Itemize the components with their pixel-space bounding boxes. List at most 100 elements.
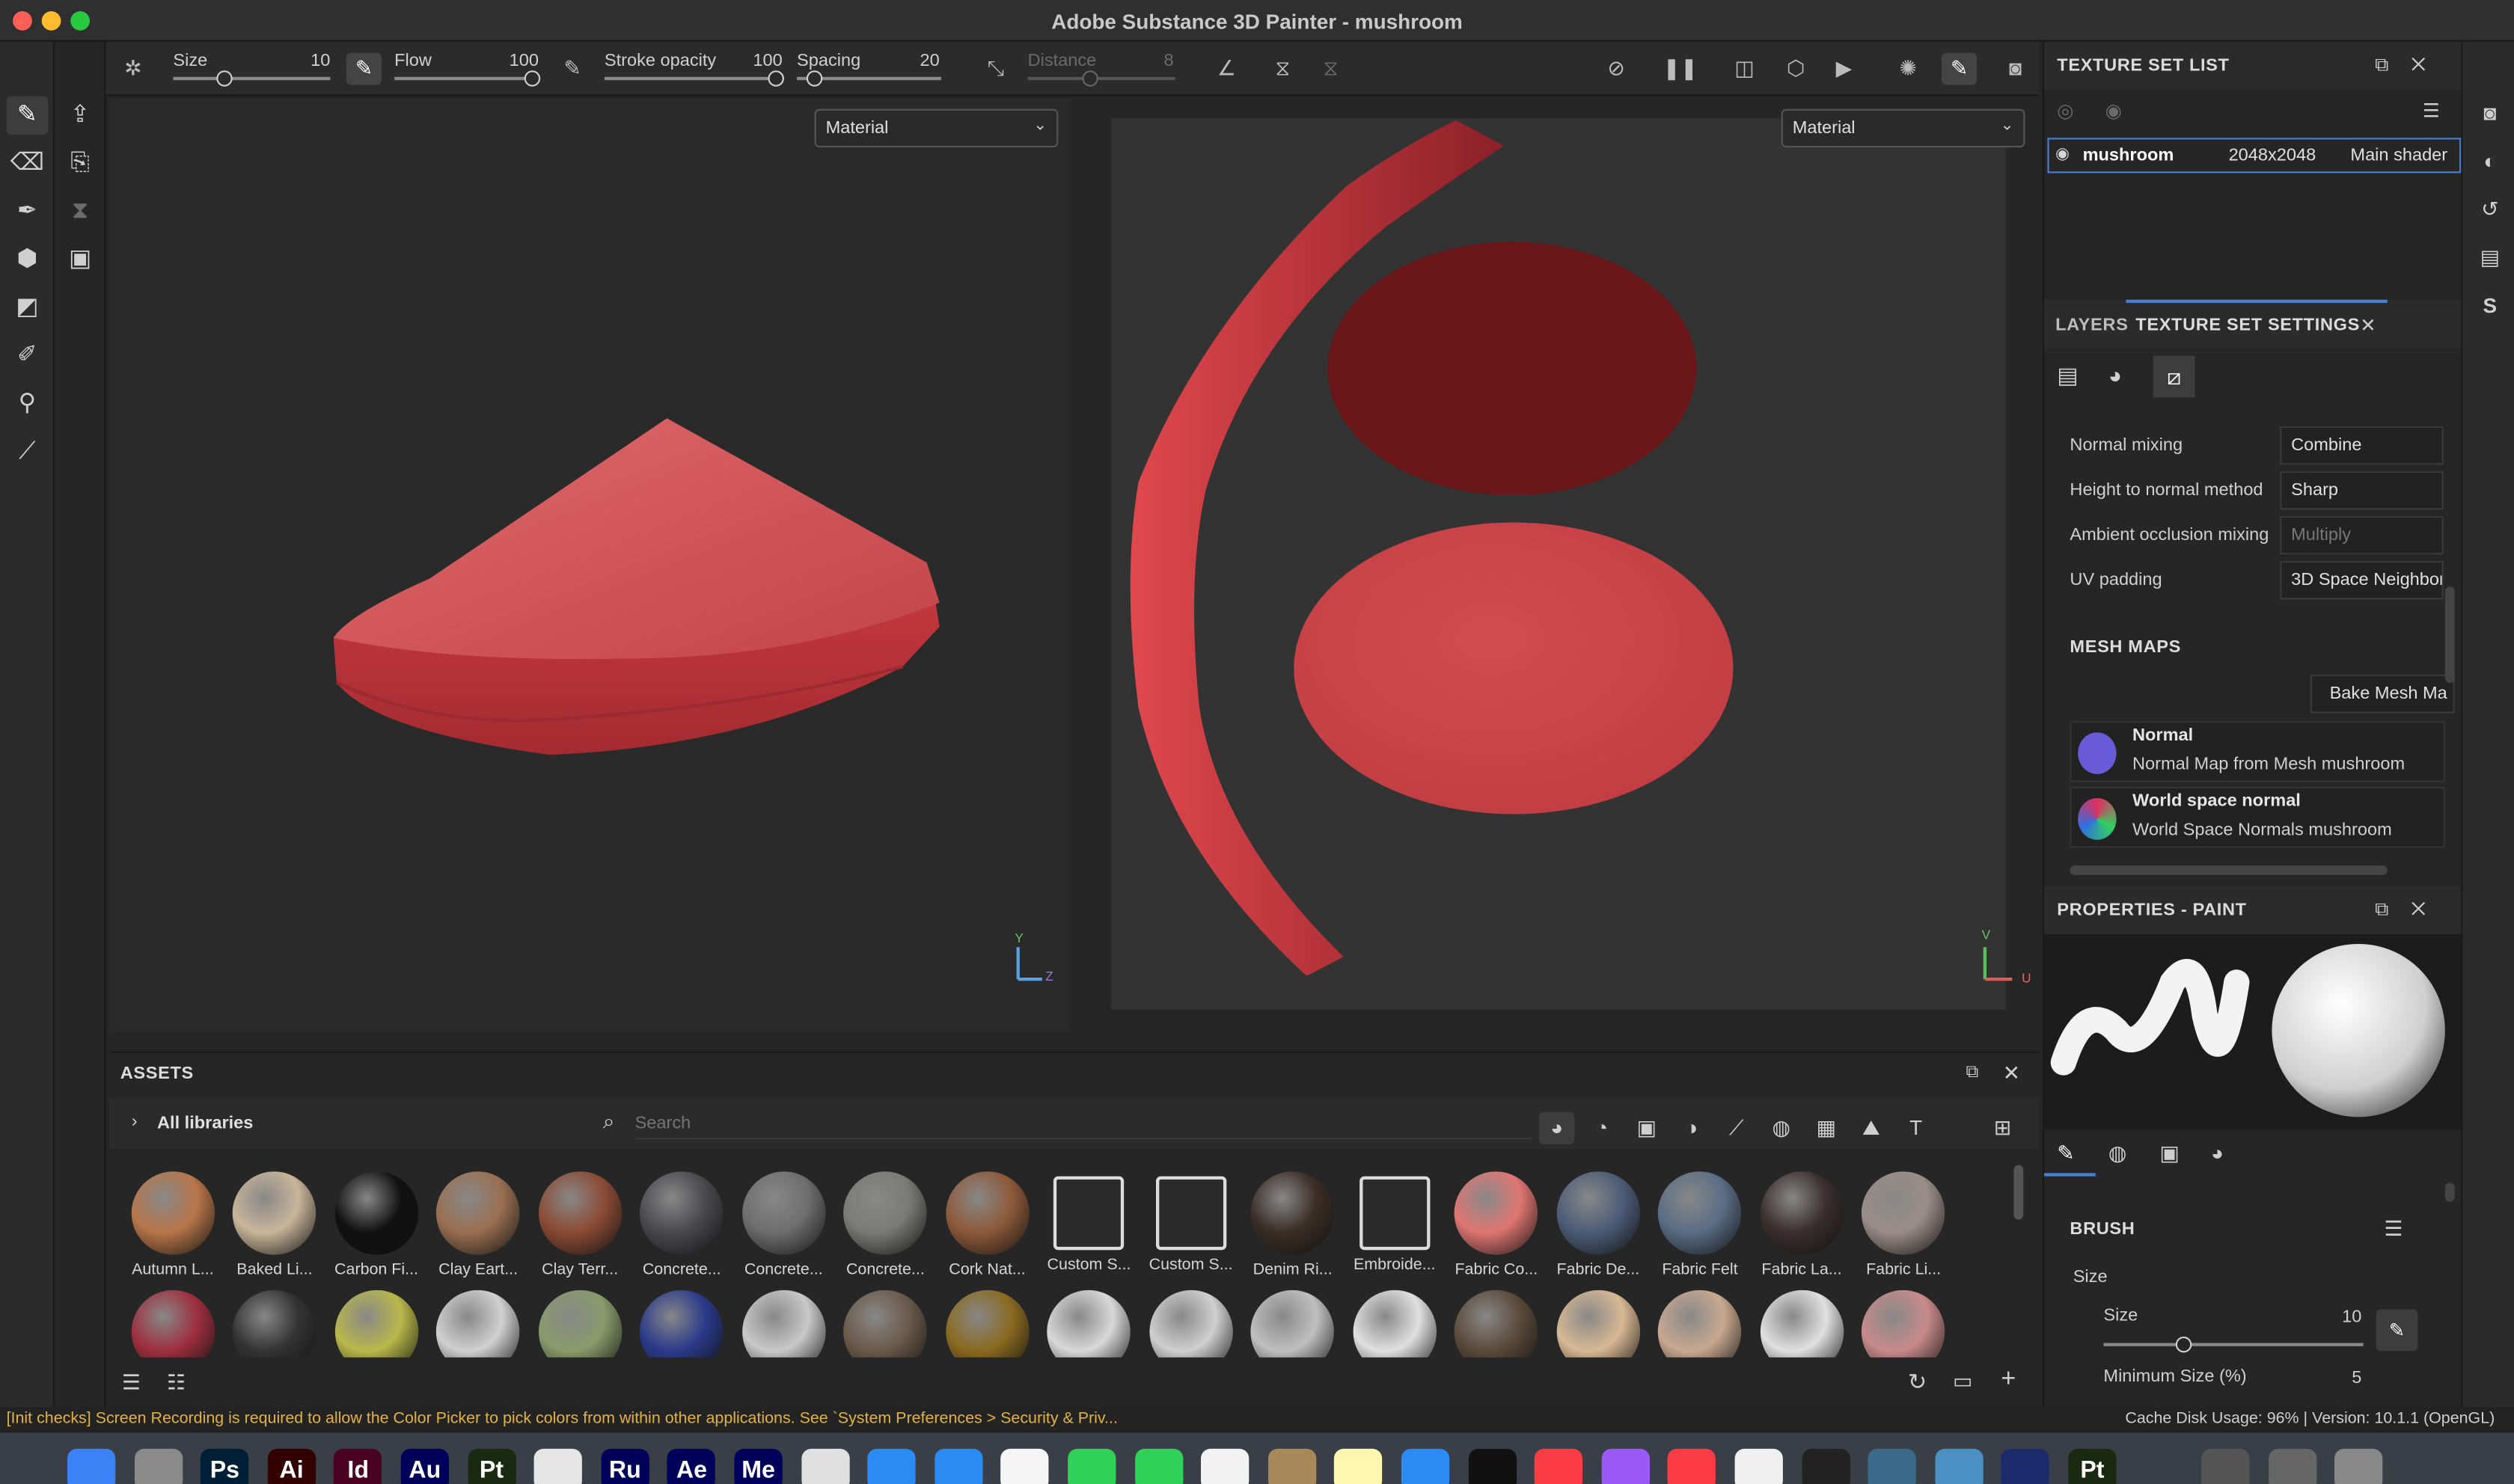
setting-dropdown[interactable]: Sharp xyxy=(2280,470,2444,510)
folder-icon[interactable]: ▭ xyxy=(1953,1369,1972,1394)
font-filter-icon[interactable]: T xyxy=(1898,1112,1933,1144)
panel-window-icons[interactable]: ⧉✕ xyxy=(2375,898,2448,922)
undock-icon[interactable]: ⧉ xyxy=(1966,1063,1978,1084)
dock-app-icon[interactable] xyxy=(67,1448,116,1484)
dock-app-icon[interactable] xyxy=(1668,1448,1716,1484)
tab-layers[interactable]: LAYERS xyxy=(2055,316,2128,335)
asset-item[interactable]: Custom S... xyxy=(1039,1171,1140,1279)
dock-app-icon[interactable]: Au xyxy=(400,1448,449,1484)
asset-item[interactable] xyxy=(1446,1290,1547,1358)
alignment-icon[interactable]: ∠ xyxy=(1209,53,1244,85)
texture-set-icon[interactable]: ▤ xyxy=(2057,362,2078,389)
tab-texture-set-settings[interactable]: TEXTURE SET SETTINGS ✕ xyxy=(2126,299,2388,348)
visibility-icon[interactable]: ◉ xyxy=(2055,139,2070,171)
split-view-icon[interactable]: ◫ xyxy=(1727,53,1762,85)
grid-view-icon[interactable]: ⊞ xyxy=(1985,1112,2020,1144)
mesh-map-normal[interactable]: Normal Normal Map from Mesh mushroom xyxy=(2070,721,2445,782)
asset-item[interactable] xyxy=(1853,1290,1954,1358)
asset-item[interactable] xyxy=(224,1290,325,1358)
dock-app-icon[interactable] xyxy=(2201,1448,2250,1484)
asset-item[interactable]: Baked Li... xyxy=(224,1171,325,1279)
dock-app-icon[interactable]: Me xyxy=(734,1448,783,1484)
dock-app-icon[interactable]: Id xyxy=(334,1448,382,1484)
viewport-3d[interactable]: Material ⌄ Y Z xyxy=(108,97,1071,1032)
dock-app-icon[interactable] xyxy=(134,1448,183,1484)
clone-tool-icon[interactable]: ⚲ xyxy=(7,384,49,423)
asset-item[interactable]: Custom S... xyxy=(1140,1171,1242,1279)
mesh-maps-icon[interactable]: ⧄ xyxy=(2153,355,2195,398)
asset-item[interactable] xyxy=(1140,1290,1242,1358)
eye-icon[interactable]: ◉ xyxy=(2105,99,2122,122)
asset-item[interactable] xyxy=(936,1290,1038,1358)
properties-scrollbar[interactable] xyxy=(2444,1183,2455,1202)
brush-size-slider[interactable] xyxy=(2103,1343,2364,1346)
asset-item[interactable]: Clay Eart... xyxy=(427,1171,529,1279)
asset-item[interactable] xyxy=(529,1290,631,1358)
asset-item[interactable]: Denim Ri... xyxy=(1242,1171,1344,1279)
camera-icon[interactable]: ▶ xyxy=(1826,53,1862,85)
bake-mesh-maps-button[interactable]: Bake Mesh Ma xyxy=(2310,675,2455,714)
asset-item[interactable] xyxy=(1344,1290,1446,1358)
dock-app-icon[interactable] xyxy=(2334,1448,2384,1484)
environment-filter-icon[interactable]: ⛰ xyxy=(1853,1112,1888,1144)
dock-app-icon[interactable] xyxy=(1801,1448,1850,1484)
paint-brush-tool-icon[interactable]: ✎ xyxy=(6,96,49,135)
asset-item[interactable] xyxy=(325,1290,427,1358)
setting-dropdown[interactable]: Combine xyxy=(2280,426,2444,465)
eraser-tool-icon[interactable]: ⌫ xyxy=(7,144,49,183)
dock-app-icon[interactable] xyxy=(2001,1448,2050,1484)
dock-app-icon[interactable] xyxy=(1401,1448,1450,1484)
camera-icon[interactable]: ◙ xyxy=(2472,96,2507,132)
alpha-filter-icon[interactable]: ▦ xyxy=(1808,1112,1844,1144)
asset-item[interactable]: Concrete... xyxy=(834,1171,936,1279)
hide-cursor-icon[interactable]: ⊘ xyxy=(1598,53,1633,85)
brush-size-knob[interactable] xyxy=(2175,1336,2192,1353)
chevron-right-icon[interactable]: › xyxy=(132,1112,138,1132)
pause-icon[interactable]: ❚❚ xyxy=(1663,53,1698,85)
dock-app-icon[interactable] xyxy=(1467,1448,1517,1484)
dock-app-icon[interactable] xyxy=(1267,1448,1316,1484)
dock-app-icon[interactable]: Ai xyxy=(267,1448,316,1484)
screenshot-icon[interactable]: ◙ xyxy=(1998,53,2033,85)
stencil-tab-icon[interactable]: ▣ xyxy=(2159,1141,2179,1166)
settings-vscrollbar[interactable] xyxy=(2444,586,2455,683)
asset-item[interactable]: Cork Nat... xyxy=(936,1171,1038,1279)
asset-item[interactable] xyxy=(1039,1290,1140,1358)
dock-app-icon[interactable] xyxy=(1334,1448,1383,1484)
size-slider-knob[interactable] xyxy=(216,70,233,87)
asset-item[interactable]: Autumn L... xyxy=(122,1171,224,1279)
assets-search-input[interactable] xyxy=(634,1107,1533,1140)
close-icon[interactable]: ✕ xyxy=(2003,1061,2020,1086)
dock-app-icon[interactable] xyxy=(1734,1448,1783,1484)
paint-mode-icon[interactable]: ✎ xyxy=(1942,52,1978,85)
setting-dropdown[interactable]: 3D Space Neighbor xyxy=(2280,560,2444,600)
dock-app-icon[interactable]: Ps xyxy=(201,1448,249,1484)
document-settings-icon[interactable]: ▣ xyxy=(59,240,101,278)
dock-app-icon[interactable] xyxy=(1134,1448,1183,1484)
geometry-fill-tool-icon[interactable]: ⬢ xyxy=(7,240,49,278)
shader-icon[interactable]: ◕ xyxy=(2108,362,2122,387)
dock-app-icon[interactable] xyxy=(2268,1448,2316,1484)
flow-slider-knob[interactable] xyxy=(524,70,541,87)
flow-pressure-icon[interactable]: ✎ xyxy=(554,53,590,85)
asset-item[interactable]: Fabric La... xyxy=(1751,1171,1853,1279)
alpha-tab-icon[interactable]: ◍ xyxy=(2108,1141,2126,1166)
dock-app-icon[interactable]: Ae xyxy=(667,1448,716,1484)
asset-item[interactable] xyxy=(1649,1290,1751,1358)
smudge-tool-icon[interactable]: ✐ xyxy=(7,337,49,375)
color-picker-tool-icon[interactable]: ⟋ xyxy=(7,432,49,470)
dock-app-icon[interactable] xyxy=(1000,1448,1050,1484)
dock-app-icon[interactable] xyxy=(934,1448,983,1484)
mask-filter-icon[interactable]: ▣ xyxy=(1629,1112,1664,1144)
asset-item[interactable]: Fabric Felt xyxy=(1649,1171,1751,1279)
stroke-opacity-slider[interactable] xyxy=(604,76,784,81)
asset-item[interactable]: Fabric De... xyxy=(1547,1171,1649,1279)
size-pressure-icon[interactable]: ✎ xyxy=(346,52,382,85)
dock-app-icon[interactable] xyxy=(2135,1448,2183,1484)
dock-app-icon[interactable] xyxy=(1201,1448,1250,1484)
asset-item[interactable]: Fabric Co... xyxy=(1446,1171,1547,1279)
texture-filter-icon[interactable]: ◍ xyxy=(1764,1112,1799,1144)
panel-window-icons[interactable]: ⧉✕ xyxy=(2375,53,2448,77)
asset-item[interactable] xyxy=(1751,1290,1853,1358)
material-tab-icon[interactable]: ◕ xyxy=(2211,1141,2224,1165)
